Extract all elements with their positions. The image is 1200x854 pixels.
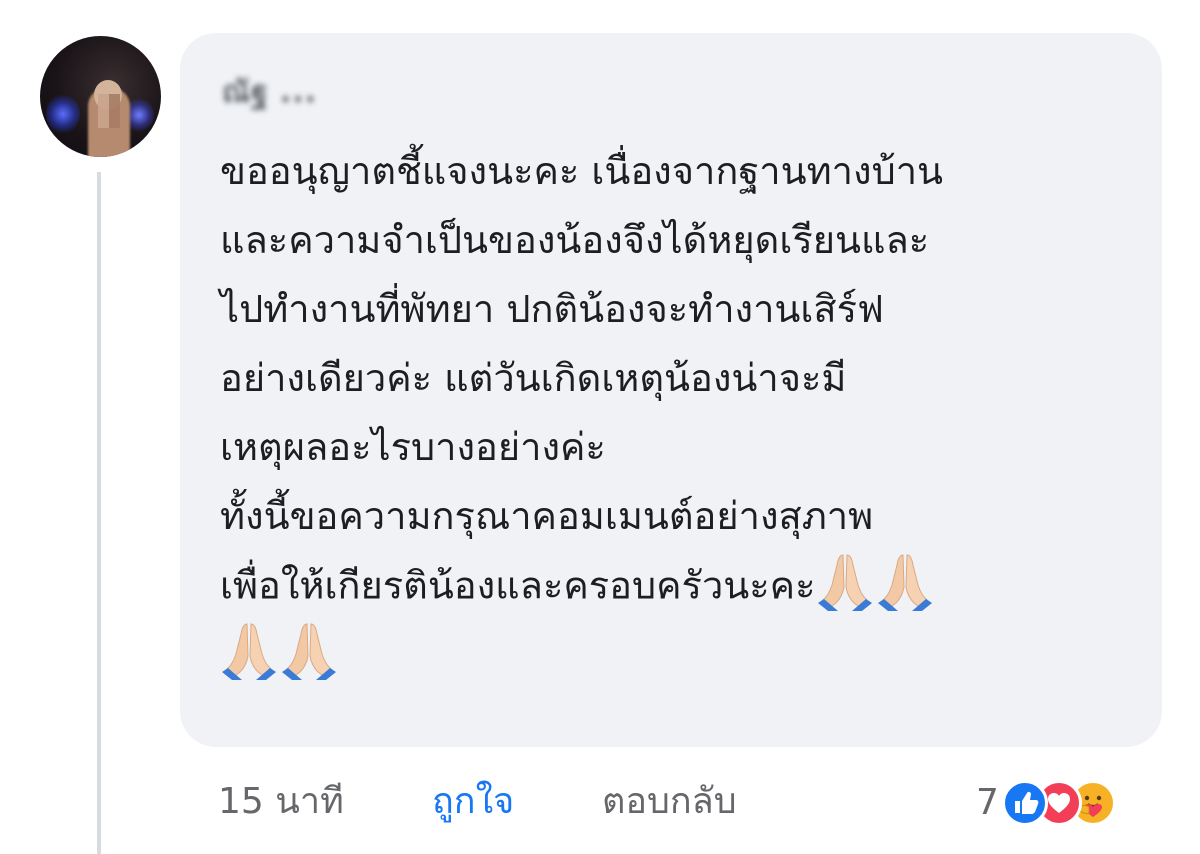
emoji-group-2: [220, 620, 340, 694]
reply-button[interactable]: ตอบกลับ: [602, 772, 737, 832]
avatar[interactable]: [40, 36, 161, 157]
folded-hands-icon: [817, 554, 872, 611]
comment-line-5: เหตุผลอะไรบางอย่างค่ะ: [220, 425, 606, 469]
comment-author-name[interactable]: ณัฐ ...: [222, 75, 317, 111]
avatar-light-left: [46, 94, 80, 134]
emoji-group-1: [816, 551, 936, 625]
comment-line-4: อย่างเดียวค่ะ แต่วันเกิดเหตุน้องน่าจะมี: [220, 356, 847, 400]
folded-hands-icon: [222, 623, 276, 680]
folded-hands-icon: [282, 623, 336, 680]
comment-line-7: เพื่อให้เกียรติน้องและครอบครัวนะคะ: [220, 551, 1150, 620]
reply-thread-line: [97, 172, 101, 854]
comment-line-7-text: เพื่อให้เกียรติน้องและครอบครัวนะคะ: [220, 563, 816, 608]
folded-hands-icon: [877, 554, 932, 611]
comment-timestamp[interactable]: 15 นาที: [218, 772, 344, 832]
like-reaction-icon: [1002, 780, 1048, 826]
comment-line-2: และความจำเป็นของน้องจึงได้หยุดเรียนและ: [220, 218, 930, 262]
like-button[interactable]: ถูกใจ: [432, 772, 514, 832]
comment-line-3: ไปทำงานที่พัทยา ปกติน้องจะทำงานเสิร์ฟ: [220, 287, 884, 331]
reaction-summary[interactable]: 7: [976, 776, 1166, 830]
comment-bubble: ณัฐ ... ขออนุญาตชี้แจงนะคะ เนื่องจากฐานท…: [180, 33, 1162, 747]
comment-screenshot: ณัฐ ... ขออนุญาตชี้แจงนะคะ เนื่องจากฐานท…: [0, 0, 1200, 854]
comment-line-8: [220, 620, 1150, 689]
reaction-count: 7: [976, 782, 999, 823]
avatar-pixelation: [98, 94, 120, 128]
comment-line-6: ทั้งนี้ขอความกรุณาคอมเมนต์อย่างสุภาพ: [220, 494, 874, 538]
comment-text: ขออนุญาตชี้แจงนะคะ เนื่องจากฐานทางบ้าน แ…: [220, 137, 1150, 689]
comment-line-1: ขออนุญาตชี้แจงนะคะ เนื่องจากฐานทางบ้าน: [220, 149, 944, 193]
comment-actions: 15 นาที ถูกใจ ตอบกลับ 7: [218, 772, 1178, 832]
